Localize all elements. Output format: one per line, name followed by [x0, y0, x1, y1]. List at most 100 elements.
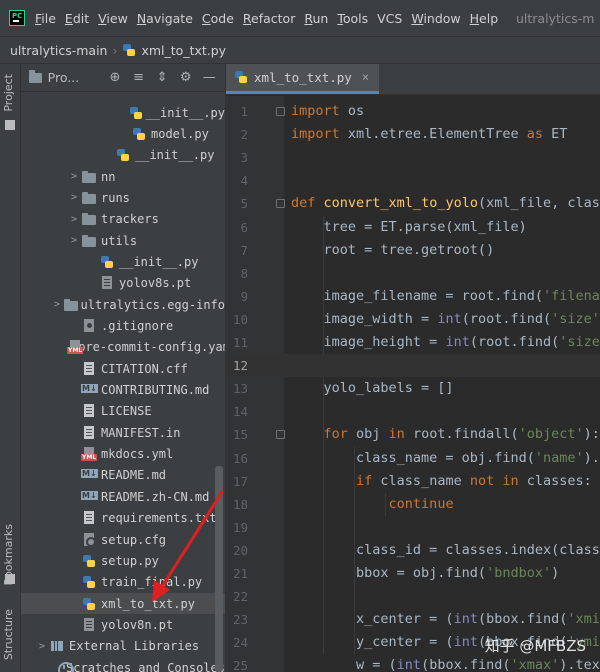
tree-item[interactable]: README.md [21, 465, 225, 486]
tree-item[interactable]: __init__.py [21, 102, 225, 123]
tree-item[interactable]: LICENSE [21, 401, 225, 422]
menu-item[interactable]: File [35, 11, 56, 26]
expand-all-icon[interactable]: ⇕ [154, 70, 170, 85]
tree-item-label: setup.cfg [101, 532, 167, 547]
menu-item[interactable]: Refactor [243, 11, 295, 26]
chevron-right-icon[interactable]: > [67, 171, 81, 182]
locate-file-icon[interactable]: ⊕ [107, 70, 123, 85]
fold-icon[interactable] [276, 199, 285, 209]
menu-item[interactable]: Run [304, 11, 328, 26]
tree-item[interactable]: > External Libraries [21, 636, 225, 657]
project-panel-header: Pro... ⊕ ≡ ⇕ ⚙ — [21, 64, 225, 92]
tree-item-label: utils [101, 233, 138, 248]
menu-item[interactable]: Edit [65, 11, 89, 26]
tree-item[interactable]: .pre-commit-config.yaml [21, 337, 225, 358]
tree-item-label: yolov8s.pt [119, 276, 192, 291]
project-tool-button[interactable]: Project [2, 74, 15, 112]
tree-item[interactable]: mkdocs.yml [21, 444, 225, 465]
tree-item[interactable]: setup.py [21, 550, 225, 571]
menu-item[interactable]: Help [470, 11, 499, 26]
code-token: (bbox.find( [421, 657, 511, 672]
line-number: 8 [240, 265, 248, 281]
tree-item[interactable]: requirements.txt [21, 508, 225, 529]
project-panel-title[interactable]: Pro... [48, 70, 80, 85]
folder-icon [63, 297, 78, 313]
code-token: xml.etree.ElementTree [339, 126, 527, 143]
tree-item[interactable]: README.zh-CN.md [21, 486, 225, 507]
tree-item-label: train_final.py [101, 575, 203, 590]
collapse-all-icon[interactable]: ≡ [131, 70, 147, 85]
tree-item[interactable]: MANIFEST.in [21, 422, 225, 443]
menu-item[interactable]: Window [411, 11, 460, 26]
menu-item[interactable]: VCS [377, 11, 402, 26]
line-number: 7 [240, 242, 248, 258]
chevron-right-icon[interactable]: > [67, 235, 81, 246]
code-token: 'xmax' [510, 657, 560, 672]
code-token: class_name = obj.find( [291, 449, 535, 466]
line-number: 18 [232, 496, 248, 512]
code-token: 'size' [559, 334, 600, 350]
bookmarks-tool-button[interactable]: Bookmarks [2, 524, 15, 585]
menu-items: File Edit View Navigate Code Refactor Run Tools… [35, 11, 507, 26]
tree-item[interactable]: .gitignore [21, 316, 225, 337]
tab-xml-to-txt[interactable]: xml_to_txt.py × [226, 64, 380, 94]
breadcrumb-file[interactable]: xml_to_txt.py [141, 43, 226, 58]
tree-item[interactable]: setup.cfg [21, 529, 225, 550]
code-token: int [396, 657, 422, 672]
close-icon[interactable]: × [362, 70, 369, 84]
tree-item-label: README.md [101, 468, 167, 483]
structure-tool-button[interactable]: Structure [2, 609, 15, 660]
gear-icon[interactable]: ⚙ [178, 70, 194, 85]
code-token: root = tree.getroot() [291, 241, 495, 258]
menu-item[interactable]: View [98, 11, 128, 26]
fold-icon[interactable] [276, 107, 285, 116]
code-line: for obj in root.findall('object'): [291, 423, 600, 446]
tree-item[interactable]: > trackers [21, 209, 225, 230]
tree-item[interactable]: __init__.py [21, 145, 225, 166]
code-token: not in [469, 472, 519, 489]
project-tree-scrollbar[interactable] [215, 466, 223, 672]
menu-label: un [312, 10, 329, 26]
tree-item[interactable]: > ultralytics.egg-info [21, 294, 225, 315]
tree-item[interactable]: CONTRIBUTING.md [21, 380, 225, 401]
folder-icon [81, 211, 97, 227]
line-number: 5 [240, 196, 248, 212]
python-file-icon [128, 105, 143, 121]
menu-label: ools [342, 10, 369, 26]
menu-item[interactable]: Navigate [137, 11, 193, 26]
tree-item-label: nn [101, 169, 116, 184]
tree-item[interactable]: Scratches and Consoles [21, 657, 225, 672]
menu-item[interactable]: Tools [337, 11, 368, 26]
window-title: ultralytics-m [516, 10, 595, 26]
tree-item[interactable]: xml_to_txt.py [21, 593, 225, 615]
code-line: tree = ET.parse(xml_file) [291, 216, 527, 239]
tree-item[interactable]: __init__.py [21, 251, 225, 272]
tree-item[interactable]: train_final.py [21, 572, 225, 593]
hide-panel-icon[interactable]: — [201, 70, 217, 85]
chevron-right-icon[interactable]: > [67, 192, 81, 203]
line-number: 6 [240, 219, 248, 235]
tree-item[interactable]: model.py [21, 123, 225, 144]
tree-item[interactable]: > runs [21, 187, 225, 208]
tree-item-label: yolov8n.pt [101, 617, 174, 632]
yaml-file-icon [81, 446, 98, 462]
breadcrumb-project[interactable]: ultralytics-main [10, 43, 107, 58]
chevron-right-icon[interactable]: > [51, 299, 63, 310]
fold-icon[interactable] [276, 430, 285, 440]
code-area[interactable]: 1 import os 2 import xml.etree.ElementTree … [226, 96, 600, 672]
menu-item[interactable]: Code [202, 11, 234, 26]
tree-item[interactable]: yolov8n.pt [21, 614, 225, 635]
chevron-right-icon[interactable]: > [35, 641, 49, 652]
line-number: 21 [232, 566, 248, 581]
tree-item[interactable]: CITATION.cff [21, 358, 225, 379]
chevron-right-icon[interactable]: > [67, 214, 81, 225]
folder-icon [29, 69, 42, 83]
project-tool-icon[interactable] [5, 120, 15, 130]
tree-item[interactable]: yolov8s.pt [21, 273, 225, 294]
code-token: image_filename = root.find( [291, 287, 543, 304]
tree-item[interactable]: > nn [21, 166, 225, 187]
tree-item[interactable]: > utils [21, 230, 225, 251]
code-token: int [453, 611, 478, 628]
library-icon [49, 638, 65, 654]
